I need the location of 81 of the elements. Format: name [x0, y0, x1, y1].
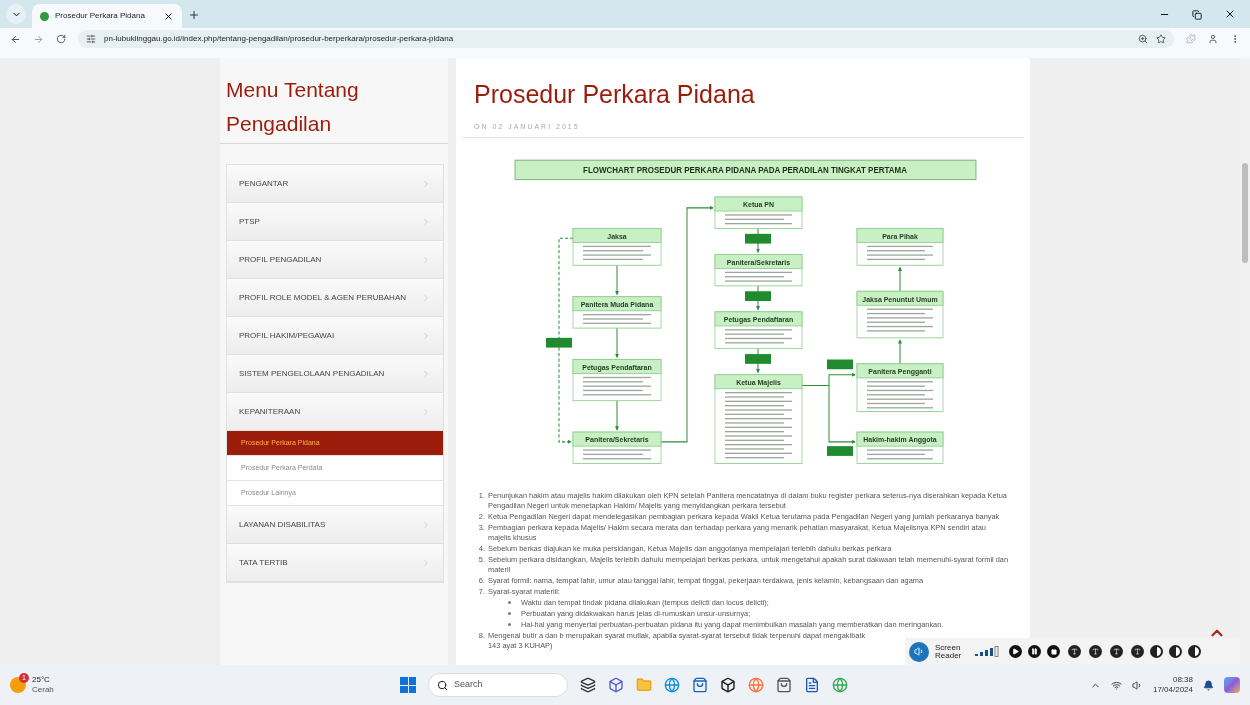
app-icon[interactable]: [720, 677, 736, 693]
new-tab-icon[interactable]: [188, 9, 200, 21]
contrast-icon[interactable]: [1150, 645, 1163, 658]
copilot-icon[interactable]: [1224, 677, 1240, 693]
duration-tag: [745, 290, 771, 301]
flowchart-node: Panitera/Sekretaris: [572, 431, 662, 464]
search-icon: [437, 679, 448, 691]
contrast-icon[interactable]: [1188, 645, 1201, 658]
connector-arrow: [614, 264, 620, 295]
volume-icon[interactable]: [1131, 679, 1143, 691]
browser-tab[interactable]: Prosedur Perkara Pidana: [32, 4, 182, 28]
contrast-icon[interactable]: [1169, 645, 1182, 658]
task-view-icon[interactable]: [580, 677, 596, 693]
browser-icon[interactable]: [664, 677, 680, 693]
duration-tag: [745, 233, 771, 244]
text-size-icon[interactable]: [1089, 645, 1102, 658]
windows-start-icon[interactable]: [400, 677, 416, 693]
text-size-icon[interactable]: [1110, 645, 1123, 658]
connector-arrow: [897, 338, 903, 364]
chevron-right-icon: [421, 557, 431, 568]
close-icon[interactable]: [163, 10, 174, 22]
back-icon[interactable]: [10, 33, 21, 45]
connector-arrow: [897, 266, 903, 292]
chevron-right-icon: [421, 406, 431, 417]
flowchart-node: Para Pihak: [856, 227, 944, 266]
play-icon[interactable]: [1009, 645, 1022, 658]
bullet-icon: [508, 601, 511, 604]
text-size-icon[interactable]: [1068, 645, 1081, 658]
clock-time[interactable]: 08:38: [1172, 675, 1193, 685]
connector-arrow: [614, 327, 620, 358]
connector-arrow: [614, 399, 620, 431]
article-title: Prosedur Perkara Pidana: [473, 79, 756, 110]
signal-bars-icon: [975, 645, 999, 658]
flowchart-node: Ketua Majelis: [714, 373, 803, 464]
chevron-right-icon: [421, 254, 431, 265]
flowchart-node: Panitera Muda Pidana: [572, 295, 662, 328]
flowchart-title: FLOWCHART PROSEDUR PERKARA PIDANA PADA PERADILAN TINGKAT PERTAMA: [514, 159, 977, 180]
document-icon[interactable]: [804, 677, 820, 693]
stop-icon[interactable]: [1047, 645, 1060, 658]
flowchart-node: Panitera/Sekretaris: [714, 253, 803, 286]
temperature-text: 25°C: [32, 675, 51, 685]
site-info-icon[interactable]: [86, 34, 96, 44]
browser-icon[interactable]: [832, 677, 848, 693]
shopping-icon[interactable]: [776, 677, 792, 693]
flowchart-node: Panitera Pengganti: [856, 362, 944, 412]
text-size-icon[interactable]: [1131, 645, 1144, 658]
notification-icon[interactable]: [1203, 679, 1214, 691]
network-icon[interactable]: [1110, 679, 1122, 691]
flowchart-node: Hakim-hakim Anggota: [856, 431, 944, 464]
chevron-right-icon: [421, 368, 431, 379]
profile-icon[interactable]: [1208, 34, 1218, 44]
chevron-right-icon: [421, 330, 431, 341]
reload-icon[interactable]: [56, 34, 66, 44]
duration-tag: [827, 445, 853, 456]
flowchart-node: Petugas Pendaftaran: [572, 358, 662, 401]
weather-condition: Cerah: [32, 685, 54, 695]
chevron-right-icon: [421, 178, 431, 189]
pause-icon[interactable]: [1028, 645, 1041, 658]
favicon-icon: [40, 11, 49, 21]
flowchart-node: Petugas Pendaftaran: [714, 310, 803, 349]
taskbar-search-field[interactable]: Search: [428, 673, 568, 697]
chevron-right-icon: [421, 216, 431, 227]
zoom-icon[interactable]: [1138, 34, 1148, 44]
close-window-icon[interactable]: [1224, 8, 1236, 20]
address-bar[interactable]: pn-lubuklinggau.go.id/index.php/tentang-pengadilan/prosedur-berperkara/prosedur-perkara-pidana: [78, 30, 1174, 48]
duration-tag: [827, 359, 853, 369]
clock-date[interactable]: 17/04/2024: [1152, 685, 1193, 695]
screen-reader-label: Screen Reader: [935, 643, 963, 660]
chevron-right-icon: [421, 292, 431, 303]
flowchart-node: Jaksa Penuntut Umum: [856, 290, 944, 338]
restore-icon[interactable]: [1192, 10, 1202, 20]
duration-tag: [546, 337, 572, 348]
flowchart-node: Jaksa: [572, 227, 662, 266]
star-icon[interactable]: [1156, 34, 1166, 44]
chevron-right-icon: [421, 519, 431, 530]
duration-tag: [745, 353, 771, 364]
bullet-icon: [508, 612, 511, 615]
bullet-icon: [508, 623, 511, 626]
sidebar-title: Menu Tentang Pengadilan: [226, 77, 360, 137]
flowchart-node: Ketua PN: [714, 196, 803, 229]
store-icon[interactable]: [692, 677, 708, 693]
